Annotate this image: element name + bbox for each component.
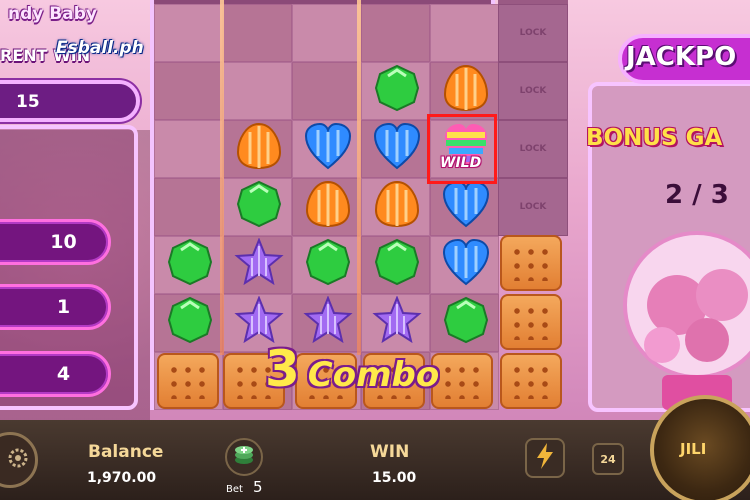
lock-cell: LOCK xyxy=(498,178,568,236)
balance-label: Balance xyxy=(88,442,164,462)
light-beam xyxy=(357,0,361,355)
multiplier-pill: 10 xyxy=(0,219,111,265)
grid-cell xyxy=(292,4,361,62)
candy-blue-heart-icon xyxy=(303,122,353,170)
multiplier-value: 1 xyxy=(56,296,71,318)
coin-stack-icon xyxy=(232,444,256,470)
combo-text: Combo xyxy=(307,355,440,395)
candy-green-icon xyxy=(372,64,422,112)
grid-cell xyxy=(154,120,223,178)
cracker-block xyxy=(500,353,562,409)
grid-cell xyxy=(154,4,223,62)
lightning-icon xyxy=(535,443,555,473)
candy-orange-icon xyxy=(234,122,284,170)
candy-green-icon xyxy=(303,238,353,286)
candy-purple-star-icon xyxy=(234,296,284,344)
win-label: WIN xyxy=(370,442,410,462)
lock-cell: LOCK xyxy=(498,120,568,178)
candy-orange-icon xyxy=(303,180,353,228)
multiplier-value: 10 xyxy=(50,231,77,253)
combo-number: 3 xyxy=(265,340,300,398)
grid-cell xyxy=(154,178,223,236)
candy-green-icon xyxy=(165,296,215,344)
spin-logo: JILI xyxy=(680,440,707,458)
bet-label: Bet xyxy=(226,484,243,495)
grid-cell xyxy=(292,62,361,120)
multiplier-value: 4 xyxy=(56,363,71,385)
grid-cell xyxy=(430,4,499,62)
bet-value: 5 xyxy=(253,478,263,496)
lock-cell: LOCK xyxy=(498,4,568,62)
grid-cell xyxy=(223,4,292,62)
multiplier-pill: 1 xyxy=(0,284,111,330)
lock-cell: LOCK xyxy=(498,62,568,120)
turbo-button[interactable] xyxy=(525,438,565,478)
current-win-display: 15 xyxy=(0,80,140,122)
gear-icon xyxy=(6,446,30,474)
wild-highlight-box xyxy=(427,114,497,184)
multiplier-pill: 4 xyxy=(0,351,111,397)
candy-blue-heart-icon xyxy=(441,238,491,286)
jackpot-title: JACKPO xyxy=(626,42,737,72)
candy-green-icon xyxy=(234,180,284,228)
candy-blue-heart-icon xyxy=(441,180,491,228)
game-title: ndy Baby xyxy=(8,4,97,24)
candy-green-icon xyxy=(165,238,215,286)
candy-orange-icon xyxy=(372,180,422,228)
win-value: 15.00 xyxy=(372,470,417,486)
grid-cell xyxy=(361,4,430,62)
candy-green-icon xyxy=(441,296,491,344)
current-win-value: 15 xyxy=(16,92,40,112)
grid-cell xyxy=(154,62,223,120)
grid-cell xyxy=(223,62,292,120)
bonus-game-title: BONUS GA xyxy=(586,125,723,151)
candy-green-icon xyxy=(372,238,422,286)
bonus-progress-count: 2 / 3 xyxy=(665,180,729,210)
brand-watermark-logo: Esball.ph xyxy=(56,38,144,58)
cracker-block xyxy=(500,294,562,350)
wild-label: WILD xyxy=(440,155,482,171)
cracker-block xyxy=(157,353,219,409)
auto-spin-button[interactable]: 24 xyxy=(592,443,624,475)
candy-blue-heart-icon xyxy=(372,122,422,170)
locked-column: LOCK LOCK LOCK LOCK xyxy=(498,0,568,236)
auto-spin-count: 24 xyxy=(600,452,616,466)
combo-banner: 3 Combo xyxy=(265,340,439,398)
gumball-machine-icon xyxy=(612,225,750,410)
candy-purple-star-icon xyxy=(303,296,353,344)
cracker-block xyxy=(500,235,562,291)
multiplier-panel: 10 1 4 xyxy=(0,125,138,410)
bet-button[interactable] xyxy=(225,438,263,476)
candy-purple-star-icon xyxy=(372,296,422,344)
candy-purple-star-icon xyxy=(234,238,284,286)
candy-orange-icon xyxy=(441,64,491,112)
cracker-block xyxy=(431,353,493,409)
balance-value: 1,970.00 xyxy=(87,470,157,486)
light-beam xyxy=(220,0,224,355)
